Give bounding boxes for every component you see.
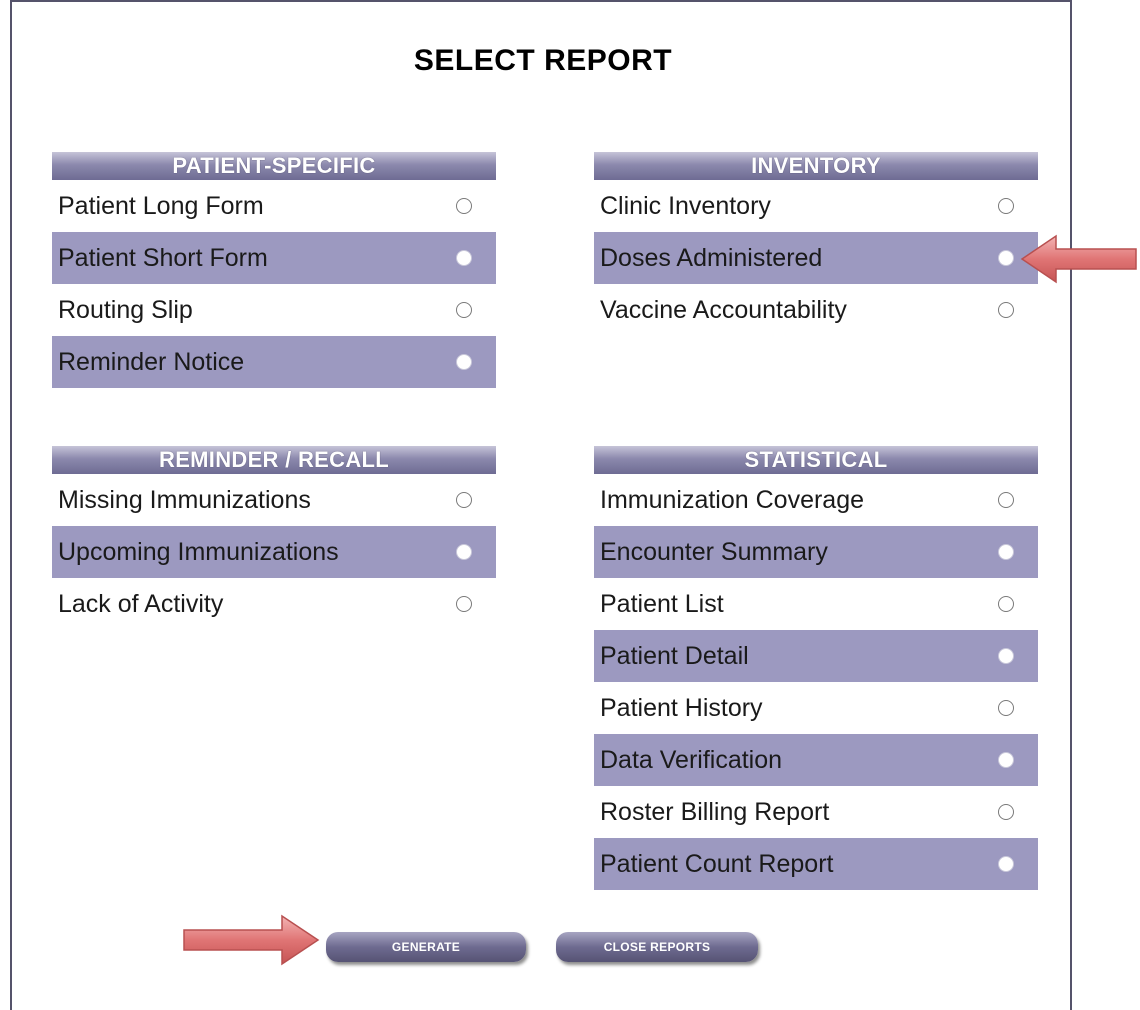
report-option-routing-slip[interactable]: Routing Slip <box>52 284 496 336</box>
generate-button[interactable]: GENERATE <box>326 932 526 962</box>
radio-button-icon[interactable] <box>456 596 472 612</box>
report-option-patient-count-report[interactable]: Patient Count Report <box>594 838 1038 890</box>
select-report-panel: SELECT REPORT PATIENT-SPECIFIC Patient L… <box>10 0 1072 1010</box>
section-inventory: INVENTORY Clinic Inventory Doses Adminis… <box>594 152 1038 336</box>
pointer-arrow-icon <box>1020 234 1137 284</box>
report-option-roster-billing-report[interactable]: Roster Billing Report <box>594 786 1038 838</box>
radio-button-icon[interactable] <box>456 302 472 318</box>
radio-button-icon[interactable] <box>456 250 472 266</box>
section-reminder-recall: REMINDER / RECALL Missing Immunizations … <box>52 446 496 630</box>
report-option-label: Clinic Inventory <box>600 192 771 220</box>
report-option-patient-long-form[interactable]: Patient Long Form <box>52 180 496 232</box>
report-option-label: Patient Count Report <box>600 850 834 878</box>
report-option-immunization-coverage[interactable]: Immunization Coverage <box>594 474 1038 526</box>
report-option-label: Lack of Activity <box>58 590 224 618</box>
radio-button-icon[interactable] <box>998 198 1014 214</box>
report-option-label: Encounter Summary <box>600 538 828 566</box>
section-header: REMINDER / RECALL <box>52 446 496 474</box>
page-title: SELECT REPORT <box>413 44 673 77</box>
report-option-label: Patient Detail <box>600 642 749 670</box>
radio-button-icon[interactable] <box>998 856 1014 872</box>
report-option-patient-history[interactable]: Patient History <box>594 682 1038 734</box>
report-option-patient-short-form[interactable]: Patient Short Form <box>52 232 496 284</box>
section-header: PATIENT-SPECIFIC <box>52 152 496 180</box>
report-option-data-verification[interactable]: Data Verification <box>594 734 1038 786</box>
radio-button-icon[interactable] <box>998 700 1014 716</box>
radio-button-icon[interactable] <box>998 250 1014 266</box>
radio-button-icon[interactable] <box>998 302 1014 318</box>
close-reports-button[interactable]: CLOSE REPORTS <box>556 932 758 962</box>
radio-button-icon[interactable] <box>998 596 1014 612</box>
report-option-encounter-summary[interactable]: Encounter Summary <box>594 526 1038 578</box>
radio-button-icon[interactable] <box>998 752 1014 768</box>
radio-button-icon[interactable] <box>998 648 1014 664</box>
report-option-doses-administered[interactable]: Doses Administered <box>594 232 1038 284</box>
report-option-vaccine-accountability[interactable]: Vaccine Accountability <box>594 284 1038 336</box>
pointer-arrow-icon <box>183 914 320 966</box>
report-option-label: Patient History <box>600 694 763 722</box>
report-option-label: Doses Administered <box>600 244 823 272</box>
section-patient-specific: PATIENT-SPECIFIC Patient Long Form Patie… <box>52 152 496 388</box>
report-option-label: Immunization Coverage <box>600 486 865 514</box>
radio-button-icon[interactable] <box>998 544 1014 560</box>
report-option-clinic-inventory[interactable]: Clinic Inventory <box>594 180 1038 232</box>
radio-button-icon[interactable] <box>998 804 1014 820</box>
report-option-label: Vaccine Accountability <box>600 296 847 324</box>
report-option-patient-list[interactable]: Patient List <box>594 578 1038 630</box>
report-option-label: Patient Short Form <box>58 244 268 272</box>
report-option-upcoming-immunizations[interactable]: Upcoming Immunizations <box>52 526 496 578</box>
report-option-lack-of-activity[interactable]: Lack of Activity <box>52 578 496 630</box>
section-header: INVENTORY <box>594 152 1038 180</box>
radio-button-icon[interactable] <box>456 544 472 560</box>
radio-button-icon[interactable] <box>456 198 472 214</box>
radio-button-icon[interactable] <box>456 354 472 370</box>
section-statistical: STATISTICAL Immunization Coverage Encoun… <box>594 446 1038 890</box>
report-option-label: Routing Slip <box>58 296 193 324</box>
report-option-label: Patient List <box>600 590 724 618</box>
report-option-label: Patient Long Form <box>58 192 264 220</box>
report-option-label: Roster Billing Report <box>600 798 830 826</box>
report-option-label: Reminder Notice <box>58 348 245 376</box>
report-option-missing-immunizations[interactable]: Missing Immunizations <box>52 474 496 526</box>
report-option-reminder-notice[interactable]: Reminder Notice <box>52 336 496 388</box>
report-option-patient-detail[interactable]: Patient Detail <box>594 630 1038 682</box>
radio-button-icon[interactable] <box>456 492 472 508</box>
report-option-label: Upcoming Immunizations <box>58 538 339 566</box>
report-option-label: Missing Immunizations <box>58 486 311 514</box>
section-header: STATISTICAL <box>594 446 1038 474</box>
report-option-label: Data Verification <box>600 746 783 774</box>
radio-button-icon[interactable] <box>998 492 1014 508</box>
